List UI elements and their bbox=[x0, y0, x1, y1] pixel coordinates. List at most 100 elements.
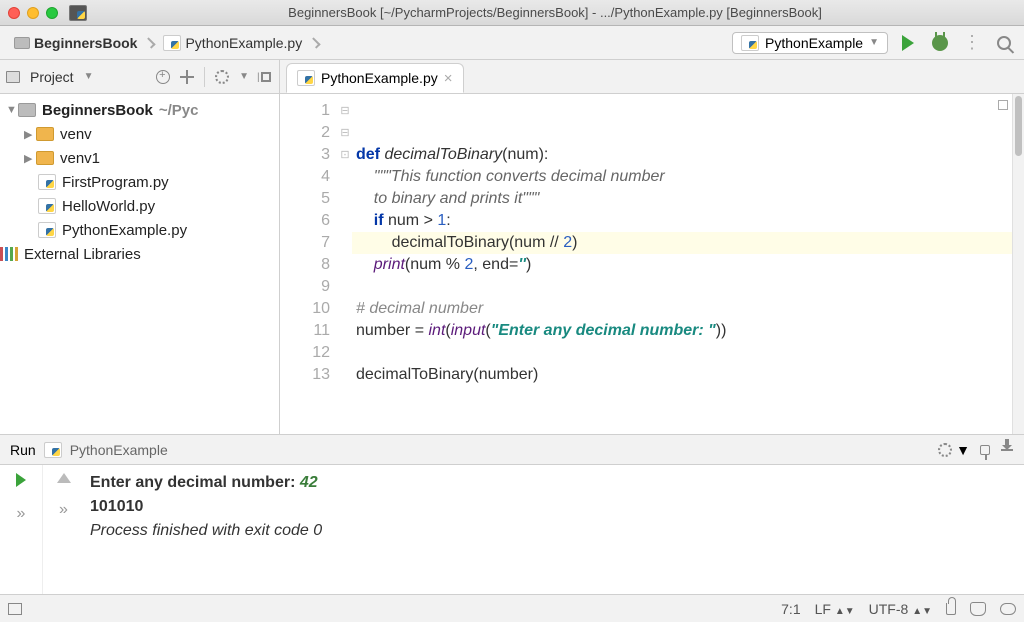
python-file-icon bbox=[297, 70, 315, 86]
more-button[interactable]: » bbox=[17, 505, 26, 523]
python-file-icon bbox=[163, 35, 181, 51]
tree-folder[interactable]: ▶ venv bbox=[0, 122, 279, 146]
close-tab-button[interactable]: × bbox=[444, 70, 453, 87]
folder-icon bbox=[36, 127, 54, 141]
tree-file[interactable]: PythonExample.py bbox=[0, 218, 279, 242]
cursor-position[interactable]: 7:1 bbox=[781, 601, 800, 617]
inspection-indicator[interactable] bbox=[998, 100, 1008, 110]
tree-external-libraries[interactable]: ▶ External Libraries bbox=[0, 242, 279, 266]
tree-file[interactable]: HelloWorld.py bbox=[0, 194, 279, 218]
breadcrumb-item-file[interactable]: PythonExample.py bbox=[157, 35, 308, 51]
tree-item-label: External Libraries bbox=[24, 246, 141, 263]
settings-button[interactable] bbox=[215, 70, 229, 84]
tree-item-label: FirstProgram.py bbox=[62, 174, 169, 191]
tree-item-label: BeginnersBook bbox=[42, 102, 153, 119]
download-icon bbox=[1001, 449, 1013, 451]
run-toolbar-right: » bbox=[42, 465, 84, 594]
folder-icon bbox=[14, 37, 30, 49]
python-file-icon bbox=[38, 198, 56, 214]
app-icon bbox=[69, 4, 87, 22]
separator bbox=[204, 67, 205, 87]
editor-tab[interactable]: PythonExample.py × bbox=[286, 63, 464, 93]
tree-item-label: venv1 bbox=[60, 150, 100, 167]
debug-button[interactable] bbox=[928, 31, 952, 55]
chevron-down-icon: ▼ bbox=[956, 442, 970, 458]
console-user-input: 42 bbox=[300, 474, 318, 491]
code-editor[interactable]: 12345678910111213 ⊟⊟⊡ def decimalToBinar… bbox=[280, 94, 1024, 434]
editor-area: PythonExample.py × 12345678910111213 ⊟⊟⊡… bbox=[280, 60, 1024, 434]
python-file-icon bbox=[38, 174, 56, 190]
run-config-label: PythonExample bbox=[765, 35, 863, 51]
window-close-button[interactable] bbox=[8, 7, 20, 19]
bug-icon bbox=[932, 35, 948, 51]
more-button[interactable]: » bbox=[59, 501, 68, 519]
libraries-icon bbox=[0, 247, 18, 261]
chevron-down-icon: ▼ bbox=[239, 71, 249, 82]
tree-root[interactable]: ▼ BeginnersBook ~/Pyc bbox=[0, 98, 279, 122]
tree-folder[interactable]: ▶ venv1 bbox=[0, 146, 279, 170]
pin-button[interactable] bbox=[978, 443, 992, 457]
line-number-gutter: 12345678910111213 bbox=[280, 94, 338, 434]
collapse-all-button[interactable] bbox=[259, 70, 273, 84]
tree-item-label: HelloWorld.py bbox=[62, 198, 155, 215]
hector-inspection-icon[interactable] bbox=[970, 602, 986, 616]
fold-gutter[interactable]: ⊟⊟⊡ bbox=[338, 94, 352, 434]
up-stacktrace-button[interactable] bbox=[57, 473, 71, 483]
breadcrumb-item-root[interactable]: BeginnersBook bbox=[8, 35, 143, 51]
breadcrumb-label: PythonExample.py bbox=[185, 35, 302, 51]
code-content[interactable]: def decimalToBinary(num): """This functi… bbox=[352, 94, 1024, 434]
chevron-down-icon[interactable]: ▼ bbox=[84, 71, 94, 82]
gear-icon bbox=[215, 70, 229, 84]
line-separator-selector[interactable]: LF ▲▼ bbox=[815, 601, 855, 617]
pin-icon bbox=[980, 445, 990, 455]
window-minimize-button[interactable] bbox=[27, 7, 39, 19]
window-title: BeginnersBook [~/PycharmProjects/Beginne… bbox=[94, 5, 1016, 20]
export-button[interactable] bbox=[1000, 443, 1014, 457]
run-panel-title: Run bbox=[10, 442, 36, 458]
expand-arrow-icon[interactable]: ▶ bbox=[24, 128, 36, 141]
play-icon bbox=[902, 35, 914, 51]
run-panel-header[interactable]: Run PythonExample ▼ bbox=[0, 435, 1024, 465]
python-file-icon bbox=[44, 442, 62, 458]
tool-window-toggle-button[interactable] bbox=[8, 603, 22, 615]
chevron-down-icon: ▼ bbox=[869, 37, 879, 48]
navigation-bar: BeginnersBook PythonExample.py PythonExa… bbox=[0, 26, 1024, 60]
gear-icon[interactable] bbox=[938, 443, 952, 457]
status-bar: 7:1 LF ▲▼ UTF-8 ▲▼ bbox=[0, 594, 1024, 622]
project-tool-window: Project ▼ ▼ ▼ BeginnersBook ~/Pyc ▶ venv bbox=[0, 60, 280, 434]
console-prompt: Enter any decimal number: bbox=[90, 474, 300, 491]
more-actions-button[interactable]: ⋮ bbox=[960, 31, 984, 55]
feedback-icon[interactable] bbox=[1000, 603, 1016, 615]
run-panel-config-name: PythonExample bbox=[70, 442, 168, 458]
project-toolbar: Project ▼ ▼ bbox=[0, 60, 279, 94]
rerun-button[interactable] bbox=[16, 473, 26, 487]
breadcrumb-separator-icon bbox=[145, 37, 156, 48]
add-target-button[interactable] bbox=[156, 70, 170, 84]
run-button[interactable] bbox=[896, 31, 920, 55]
editor-tabs: PythonExample.py × bbox=[280, 60, 1024, 94]
folder-icon bbox=[18, 103, 36, 117]
readonly-toggle-icon[interactable] bbox=[946, 603, 956, 615]
tree-item-label: venv bbox=[60, 126, 92, 143]
expand-arrow-icon[interactable]: ▶ bbox=[24, 152, 36, 165]
tree-item-path: ~/Pyc bbox=[159, 102, 199, 119]
python-file-icon bbox=[741, 35, 759, 51]
select-opened-file-button[interactable] bbox=[180, 70, 194, 84]
breadcrumb-separator-icon bbox=[310, 37, 321, 48]
project-toolbar-label[interactable]: Project bbox=[30, 69, 74, 85]
run-toolbar-left: » bbox=[0, 465, 42, 594]
project-view-icon bbox=[6, 70, 20, 84]
tree-file[interactable]: FirstProgram.py bbox=[0, 170, 279, 194]
console-output[interactable]: Enter any decimal number: 42 101010 Proc… bbox=[84, 465, 1024, 594]
window-maximize-button[interactable] bbox=[46, 7, 58, 19]
folder-icon bbox=[36, 151, 54, 165]
expand-arrow-icon[interactable]: ▼ bbox=[6, 104, 18, 116]
run-config-dropdown[interactable]: PythonExample ▼ bbox=[732, 32, 888, 54]
project-tree[interactable]: ▼ BeginnersBook ~/Pyc ▶ venv ▶ venv1 Fi bbox=[0, 94, 279, 270]
editor-tab-label: PythonExample.py bbox=[321, 70, 438, 86]
breadcrumb-label: BeginnersBook bbox=[34, 35, 137, 51]
titlebar: BeginnersBook [~/PycharmProjects/Beginne… bbox=[0, 0, 1024, 26]
tree-item-label: PythonExample.py bbox=[62, 222, 187, 239]
search-button[interactable] bbox=[992, 31, 1016, 55]
encoding-selector[interactable]: UTF-8 ▲▼ bbox=[869, 601, 932, 617]
